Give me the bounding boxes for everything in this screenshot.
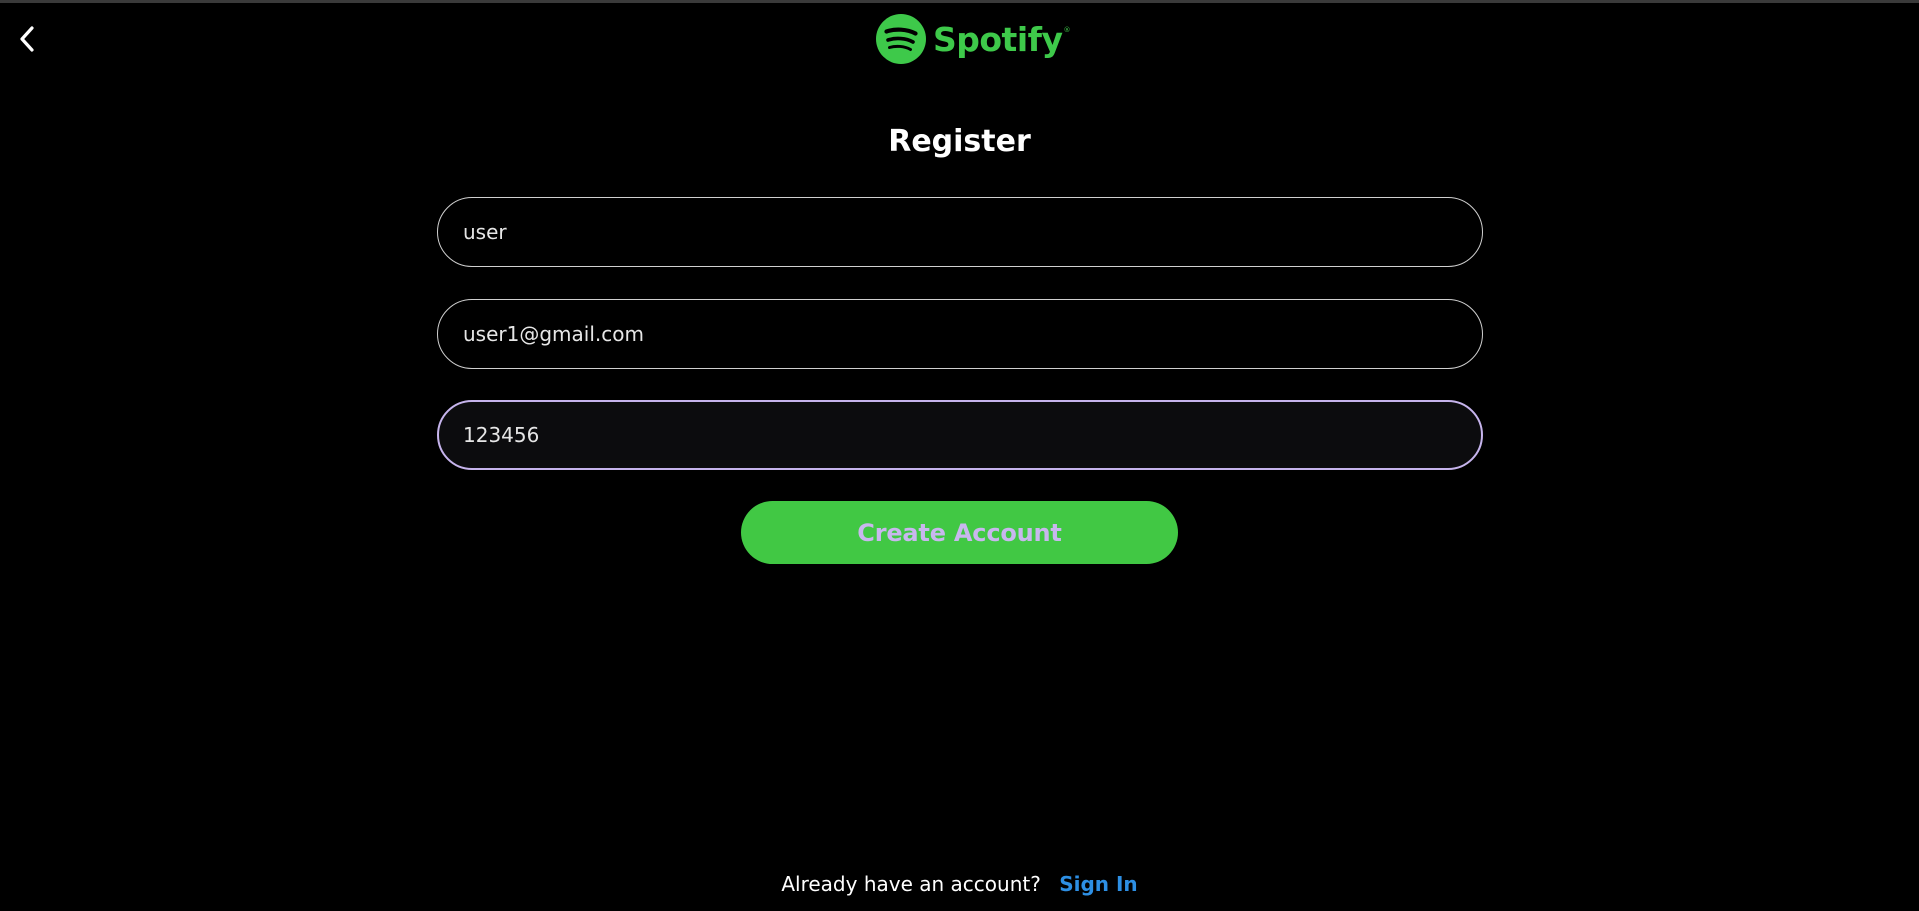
back-button[interactable] [14, 24, 40, 54]
page-title: Register [0, 124, 1919, 159]
email-field[interactable] [437, 299, 1483, 369]
signin-prompt: Already have an account? Sign In [0, 872, 1919, 896]
spotify-logo: Spotify® [876, 13, 1070, 65]
window-top-border [0, 0, 1919, 3]
username-field[interactable] [437, 197, 1483, 267]
chevron-left-icon [17, 24, 37, 54]
password-field[interactable] [437, 400, 1483, 470]
create-account-label: Create Account [857, 519, 1061, 547]
signin-prompt-text: Already have an account? [781, 872, 1040, 896]
create-account-button[interactable]: Create Account [741, 501, 1178, 564]
register-page: Spotify® Register Create Account Already… [0, 0, 1919, 911]
spotify-logo-icon [876, 14, 926, 64]
logo-wordmark: Spotify® [933, 20, 1070, 59]
signin-link[interactable]: Sign In [1059, 872, 1137, 896]
